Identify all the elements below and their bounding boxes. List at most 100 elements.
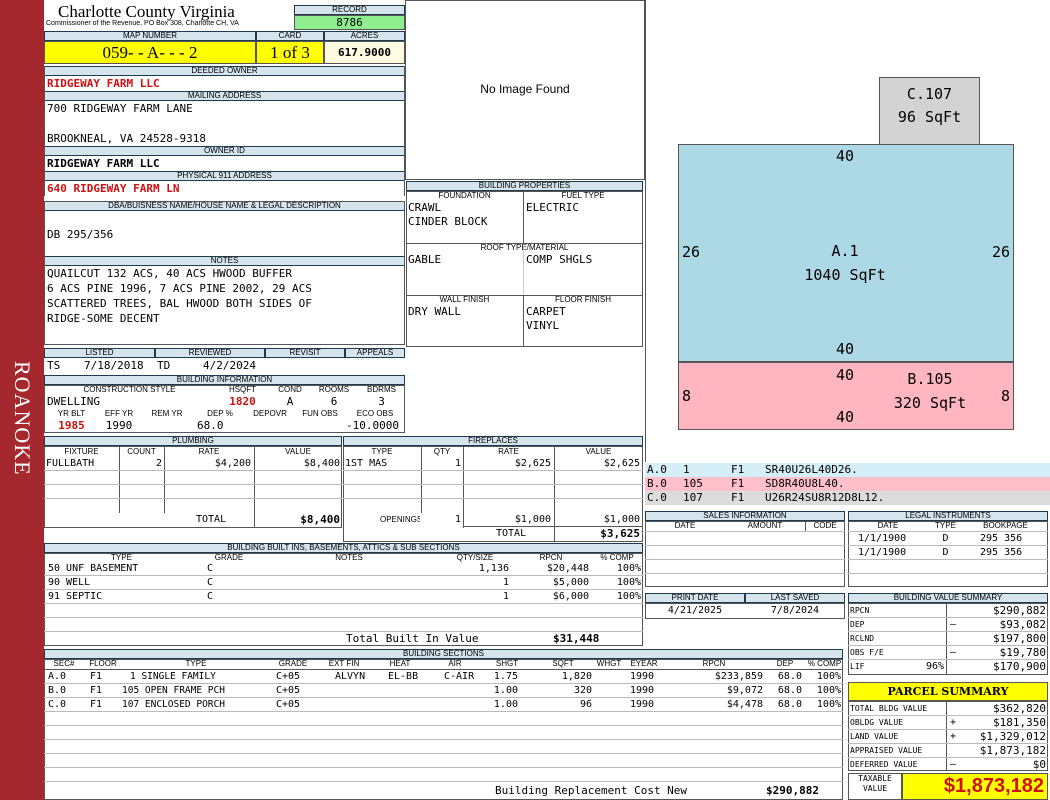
sec-row-1-dep: 68.0 [777,671,802,682]
last-saved-label: LAST SAVED [745,593,845,603]
sec-line-8 [44,781,843,782]
li-date-2: 1/1/1900 [858,547,907,558]
taxable-value: $1,873,182 [902,773,1048,800]
rate-label: RATE [198,447,220,456]
fp-total: $3,625 [600,527,640,540]
ps-label-total: TOTAL BLDG VALUE [850,704,928,713]
fp-qty: 1 [454,458,461,469]
sec-row-2-comp: 100% [816,685,841,696]
fp-total-label: TOTAL [496,528,527,539]
sec-row-1-type: 1 SINGLE FAMILY [130,671,216,682]
fixture-label: FIXTURE [64,447,99,456]
sec-row-3-sqft: 96 [579,699,592,710]
bi-type-1: 50 UNF BASEMENT [48,563,139,574]
li-line-2 [848,545,1048,546]
vector-code: 1 [683,463,690,476]
acres-label: ACRES [324,31,405,41]
vector-row-a: A.0 1 F1 SR40U26L40D26. [645,463,1050,477]
li-line-4 [848,573,1048,574]
sec-row-3-comp: 100% [816,699,841,710]
sec-row-1-ext: ALVYN [335,671,366,682]
reviewed-label: REVIEWED [155,348,265,358]
bi-rpcn-3: $6,000 [552,591,589,602]
sales-line-4 [645,573,845,574]
sales-line-1 [645,531,845,532]
building-props-label: BUILDING PROPERTIES [406,181,643,191]
vs-pct-lif: 96% [925,661,944,672]
print-date-label: PRINT DATE [645,593,745,603]
fp-type: 1ST MAS [345,458,388,469]
vector-path: U26R24SU8R12D8L12. [765,491,885,504]
props-hline-2 [406,295,643,296]
replacement-cost-label: Building Replacement Cost New [495,784,688,797]
sec-h-comp: % COMP [807,659,842,668]
sec-row-2-sec: B.0 [48,685,67,696]
bi-grade-1: C [207,563,214,574]
bi-line-3 [44,603,643,604]
map-number-label: MAP NUMBER [44,31,256,41]
sec-h-rpcn: RPCN [702,659,726,668]
vector-row-c: C.0 107 F1 U26R24SU8R12D8L12. [645,491,1050,505]
record-label: RECORD [294,5,405,15]
owner-frame [44,66,405,196]
sec-row-2-grade: C+05 [276,685,301,696]
bi-qty-3: 1 [502,591,509,602]
building-info-label: BUILDING INFORMATION [44,375,405,385]
bi-type-3: 91 SEPTIC [48,591,103,602]
card-number: 1 of 3 [256,41,324,64]
legal-inst-label: LEGAL INSTRUMENTS [848,511,1048,521]
openings-qty: 1 [454,514,461,525]
li-date-1: 1/1/1900 [858,533,907,544]
vector-code: 105 [683,477,703,490]
sales-col [805,521,806,531]
sec-row-1-eyear: 1990 [630,671,655,682]
bi-line-2 [44,589,643,590]
sec-h-heat: HEAT [389,659,411,668]
revisit-label: REVISIT [265,348,345,358]
ps-value-total: $362,820 [993,702,1046,715]
sec-h-ext: EXT FIN [328,659,360,668]
sketch-a-left: 26 [682,243,701,261]
vector-row-b: B.0 105 F1 SD8R40U8L40. [645,477,1050,491]
vs-value-obs: $19,780 [999,646,1046,659]
vs-col [946,603,947,675]
record-value: 8786 [294,15,405,30]
sketch-c-area: 96 SqFt [897,108,962,126]
openings-label: OPENINGS [380,515,420,524]
li-type-1: D [942,533,949,544]
sketch-a-label: A.1 [831,242,859,260]
sec-row-2-floor: F1 [90,685,103,696]
sections-label: BUILDING SECTIONS [44,649,843,659]
ps-value-obldg: $181,350 [993,716,1046,729]
fp-row-line-1 [343,470,643,471]
last-saved: 7/8/2024 [770,605,820,616]
openings-value: $1,000 [603,514,640,525]
sketch-b-top: 40 [835,366,855,384]
sales-label: SALES INFORMATION [645,511,845,521]
bi-qty-label: QTY/SIZE [456,553,494,562]
sec-h-sqft: SQFT [552,659,574,668]
listed-by: TS [47,359,61,372]
ps-value-appraised: $1,873,182 [979,744,1046,757]
plumb-row-line-1 [44,470,342,471]
fp-rate-label: RATE [498,447,519,456]
reviewed-by: TD [157,359,171,372]
vs-value-lif: $170,900 [993,660,1046,673]
openings-rate: $1,000 [514,514,551,525]
bi-rpcn-label: RPCN [539,553,563,562]
map-number: 059- - A- - - 2 [44,41,256,64]
print-date: 4/21/2025 [667,605,723,616]
vector-floor: F1 [731,463,745,476]
vs-sign-obs: – [950,647,957,658]
sec-row-3-shgt: 1.00 [493,699,518,710]
li-line-1 [848,531,1048,532]
bi-grade-3: C [207,591,214,602]
fireplaces-label: FIREPLACES [343,436,643,446]
sketch-b-area: 320 SqFt [893,394,967,412]
sec-row-1-shgt: 1.75 [493,671,518,682]
bi-comp-1: 100% [616,563,641,574]
vs-sign-dep: – [950,619,957,630]
bi-comp-2: 100% [616,577,641,588]
sec-row-1-sec: A.0 [48,671,67,682]
plumb-row-line-2 [44,484,342,485]
